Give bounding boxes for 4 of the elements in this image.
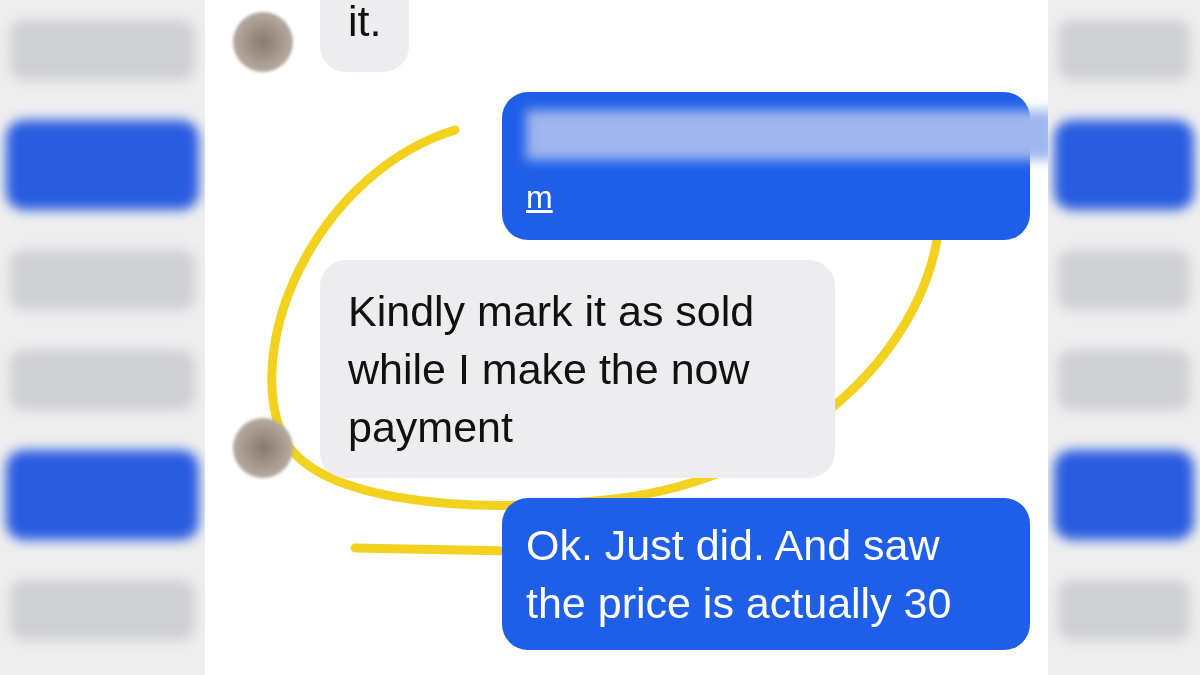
message-link[interactable]: m [526, 179, 553, 215]
message-bubble: Ok. Just did. And saw the price is actually 30 [502, 498, 1030, 650]
message-bubble: it. [320, 0, 410, 72]
message-bubble: Kindly mark it as sold while I make the now payment [320, 260, 835, 478]
